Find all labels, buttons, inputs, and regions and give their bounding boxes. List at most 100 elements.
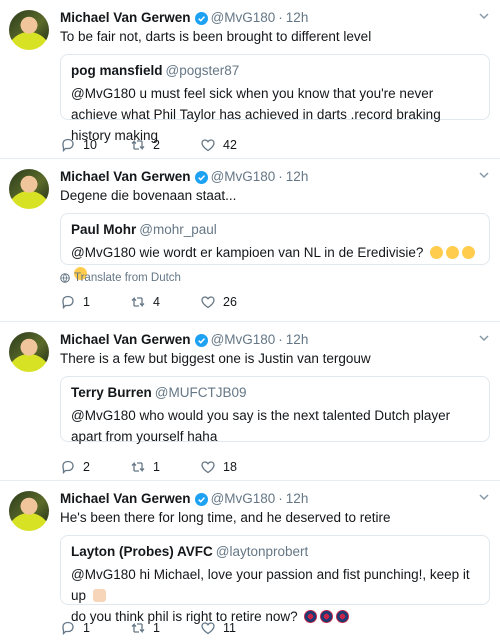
quoted-tweet-text-row: @MvG180 hi Michael, love your passion an… xyxy=(71,564,479,606)
reply-button[interactable]: 2 xyxy=(60,459,130,475)
chevron-down-icon[interactable] xyxy=(478,332,490,344)
reply-button[interactable]: 10 xyxy=(60,137,130,153)
quoted-author-handle: @MUFCTJB09 xyxy=(154,385,247,400)
tweet-text: There is a few but biggest one is Justin… xyxy=(60,351,371,366)
quoted-tweet[interactable]: Paul Mohr @mohr_paul @MvG180 wie wordt er… xyxy=(60,213,490,280)
tweet-header: Michael Van Gerwen @MvG180 · 12h xyxy=(60,490,490,508)
author-name[interactable]: Michael Van Gerwen xyxy=(60,331,191,349)
tweet-actions: 2 1 18 xyxy=(60,452,490,482)
quoted-author-name: Paul Mohr xyxy=(71,222,137,237)
avatar[interactable] xyxy=(9,169,49,209)
retweet-icon xyxy=(131,461,145,473)
reply-count: 2 xyxy=(83,460,90,474)
chevron-down-icon[interactable] xyxy=(478,10,490,22)
tweet-header: Michael Van Gerwen @MvG180 · 12h xyxy=(60,168,490,186)
separator-dot: · xyxy=(278,491,283,506)
reply-count: 1 xyxy=(83,295,90,309)
retweet-button[interactable]: 2 xyxy=(130,137,200,153)
quoted-author-name: Terry Burren xyxy=(71,385,152,400)
quoted-author-name: pog mansfield xyxy=(71,63,163,78)
grinning-face-emoji-icon xyxy=(462,246,476,259)
like-count: 18 xyxy=(223,460,237,474)
tweet[interactable]: Michael Van Gerwen @MvG180 · 12h He's be… xyxy=(0,481,500,644)
author-handle[interactable]: @MvG180 xyxy=(211,9,276,27)
quoted-tweet-header: Paul Mohr @mohr_paul xyxy=(71,221,479,239)
author-handle[interactable]: @MvG180 xyxy=(211,168,276,186)
retweet-button[interactable]: 1 xyxy=(130,620,200,636)
dart-emoji-icon xyxy=(320,610,334,623)
translate-link[interactable]: Translate from Dutch xyxy=(60,272,490,284)
tweet[interactable]: Michael Van Gerwen @MvG180 · 12h There i… xyxy=(0,322,500,481)
clapping-hands-emoji-icon xyxy=(92,589,106,602)
tweet-header: Michael Van Gerwen @MvG180 · 12h xyxy=(60,9,490,27)
timestamp[interactable]: 12h xyxy=(286,331,309,349)
avatar[interactable] xyxy=(9,10,49,50)
tweet[interactable]: Michael Van Gerwen @MvG180 · 12h Degene … xyxy=(0,159,500,322)
like-button[interactable]: 11 xyxy=(200,620,270,636)
like-icon xyxy=(201,622,215,635)
timestamp[interactable]: 12h xyxy=(286,490,309,508)
like-count: 26 xyxy=(223,295,237,309)
verified-badge-icon xyxy=(194,11,208,25)
like-button[interactable]: 42 xyxy=(200,137,270,153)
quoted-tweet-header: Layton (Probes) AVFC @laytonprobert xyxy=(71,543,479,561)
tweet-text: He's been there for long time, and he de… xyxy=(60,510,391,525)
dart-emoji-icon xyxy=(304,610,318,623)
retweet-icon xyxy=(131,296,145,308)
reply-icon xyxy=(62,138,74,153)
author-handle[interactable]: @MvG180 xyxy=(211,490,276,508)
globe-icon xyxy=(60,273,70,283)
separator-dot: · xyxy=(278,10,283,25)
author-name[interactable]: Michael Van Gerwen xyxy=(60,9,191,27)
winking-face-emoji-icon xyxy=(430,246,444,259)
tweet-text: To be fair not, darts is been brought to… xyxy=(60,29,372,44)
timeline-feed: Michael Van Gerwen @MvG180 · 12h To be f… xyxy=(0,0,500,644)
retweet-button[interactable]: 4 xyxy=(130,294,200,310)
author-handle[interactable]: @MvG180 xyxy=(211,331,276,349)
chevron-down-icon[interactable] xyxy=(478,169,490,181)
quoted-tweet[interactable]: pog mansfield @pogster87 @MvG180 u must f… xyxy=(60,54,490,143)
like-icon xyxy=(201,139,215,152)
like-icon xyxy=(201,296,215,309)
reply-count: 10 xyxy=(83,138,97,152)
like-button[interactable]: 26 xyxy=(200,294,270,310)
quoted-author-handle: @pogster87 xyxy=(165,63,240,78)
quoted-author-name: Layton (Probes) AVFC xyxy=(71,544,213,559)
author-name[interactable]: Michael Van Gerwen xyxy=(60,490,191,508)
verified-badge-icon xyxy=(194,170,208,184)
quoted-tweet[interactable]: Terry Burren @MUFCTJB09 @MvG180 who would… xyxy=(60,376,490,444)
reply-icon xyxy=(62,460,74,475)
tweet-header: Michael Van Gerwen @MvG180 · 12h xyxy=(60,331,490,349)
timestamp[interactable]: 12h xyxy=(286,9,309,27)
tweet-actions: 1 4 26 xyxy=(60,287,490,317)
quoted-tweet[interactable]: Layton (Probes) AVFC @laytonprobert @MvG1… xyxy=(60,535,490,624)
like-count: 42 xyxy=(223,138,237,152)
avatar[interactable] xyxy=(9,491,49,531)
quoted-tweet-text: @MvG180 hi Michael, love your passion an… xyxy=(71,567,470,603)
retweet-button[interactable]: 1 xyxy=(130,459,200,475)
reply-button[interactable]: 1 xyxy=(60,620,130,636)
author-name[interactable]: Michael Van Gerwen xyxy=(60,168,191,186)
quoted-author-handle: @mohr_paul xyxy=(139,222,217,237)
separator-dot: · xyxy=(278,332,283,347)
quoted-tweet-header: pog mansfield @pogster87 xyxy=(71,62,479,80)
tweet-text: Degene die bovenaan staat... xyxy=(60,188,237,203)
chevron-down-icon[interactable] xyxy=(478,491,490,503)
retweet-icon xyxy=(131,622,145,634)
reply-button[interactable]: 1 xyxy=(60,294,130,310)
tweet[interactable]: Michael Van Gerwen @MvG180 · 12h To be f… xyxy=(0,0,500,159)
quoted-tweet-text: @MvG180 who would you say is the next ta… xyxy=(71,408,451,444)
reply-count: 1 xyxy=(83,621,90,635)
like-button[interactable]: 18 xyxy=(200,459,270,475)
retweet-count: 1 xyxy=(153,621,160,635)
avatar[interactable] xyxy=(9,332,49,372)
timestamp[interactable]: 12h xyxy=(286,168,309,186)
quoted-tweet-header: Terry Burren @MUFCTJB09 xyxy=(71,384,479,402)
like-count: 11 xyxy=(223,621,236,635)
quoted-tweet-text: @MvG180 wie wordt er kampioen van NL in … xyxy=(71,245,424,260)
retweet-count: 4 xyxy=(153,295,160,309)
dart-emoji-icon xyxy=(336,610,350,623)
quoted-author-handle: @laytonprobert xyxy=(215,544,309,559)
reply-icon xyxy=(62,621,74,636)
retweet-count: 1 xyxy=(153,460,160,474)
